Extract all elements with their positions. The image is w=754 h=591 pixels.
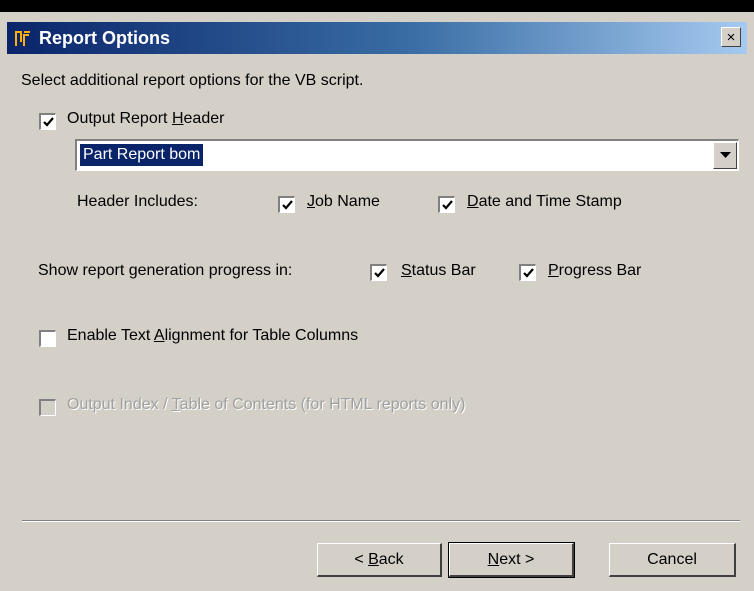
close-button[interactable]: ×: [721, 27, 741, 47]
progress-bar-label[interactable]: Progress Bar: [548, 262, 641, 280]
app-icon: [13, 28, 33, 48]
output-header-checkbox[interactable]: [39, 113, 56, 130]
chevron-down-icon: [720, 152, 731, 158]
instruction-text: Select additional report options for the…: [21, 72, 364, 89]
output-header-label[interactable]: Output Report Header: [67, 110, 224, 128]
date-time-label[interactable]: Date and Time Stamp: [467, 193, 622, 211]
status-bar-checkbox[interactable]: [370, 264, 387, 281]
top-border: [0, 0, 754, 12]
progress-bar-checkbox[interactable]: [519, 264, 536, 281]
combo-dropdown-button[interactable]: [713, 142, 737, 169]
checkmark-icon: [523, 268, 534, 278]
job-name-checkbox[interactable]: [278, 196, 295, 213]
text-alignment-checkbox[interactable]: [39, 330, 56, 347]
cancel-button[interactable]: Cancel: [609, 543, 736, 577]
checkmark-icon: [43, 117, 54, 127]
back-button[interactable]: < Back: [317, 543, 442, 577]
output-index-checkbox[interactable]: [39, 399, 56, 416]
progress-label: Show report generation progress in:: [38, 262, 293, 279]
close-icon: ×: [726, 29, 736, 46]
text-alignment-label[interactable]: Enable Text Alignment for Table Columns: [67, 327, 358, 345]
combo-selected-value[interactable]: Part Report bom: [80, 144, 204, 166]
job-name-label[interactable]: Job Name: [307, 193, 380, 211]
output-index-label: Output Index / Table of Contents (for HT…: [67, 396, 466, 413]
date-time-checkbox[interactable]: [438, 196, 455, 213]
next-button[interactable]: Next >: [448, 542, 575, 578]
header-includes-label: Header Includes:: [77, 193, 198, 210]
window-title: Report Options: [39, 28, 170, 48]
separator: [22, 520, 740, 522]
checkmark-icon: [374, 268, 385, 278]
status-bar-label[interactable]: Status Bar: [401, 262, 476, 280]
checkmark-icon: [442, 200, 453, 210]
report-header-combo[interactable]: Part Report bom: [75, 139, 739, 171]
checkmark-icon: [282, 200, 293, 210]
title-bar: Report Options ×: [7, 22, 747, 54]
